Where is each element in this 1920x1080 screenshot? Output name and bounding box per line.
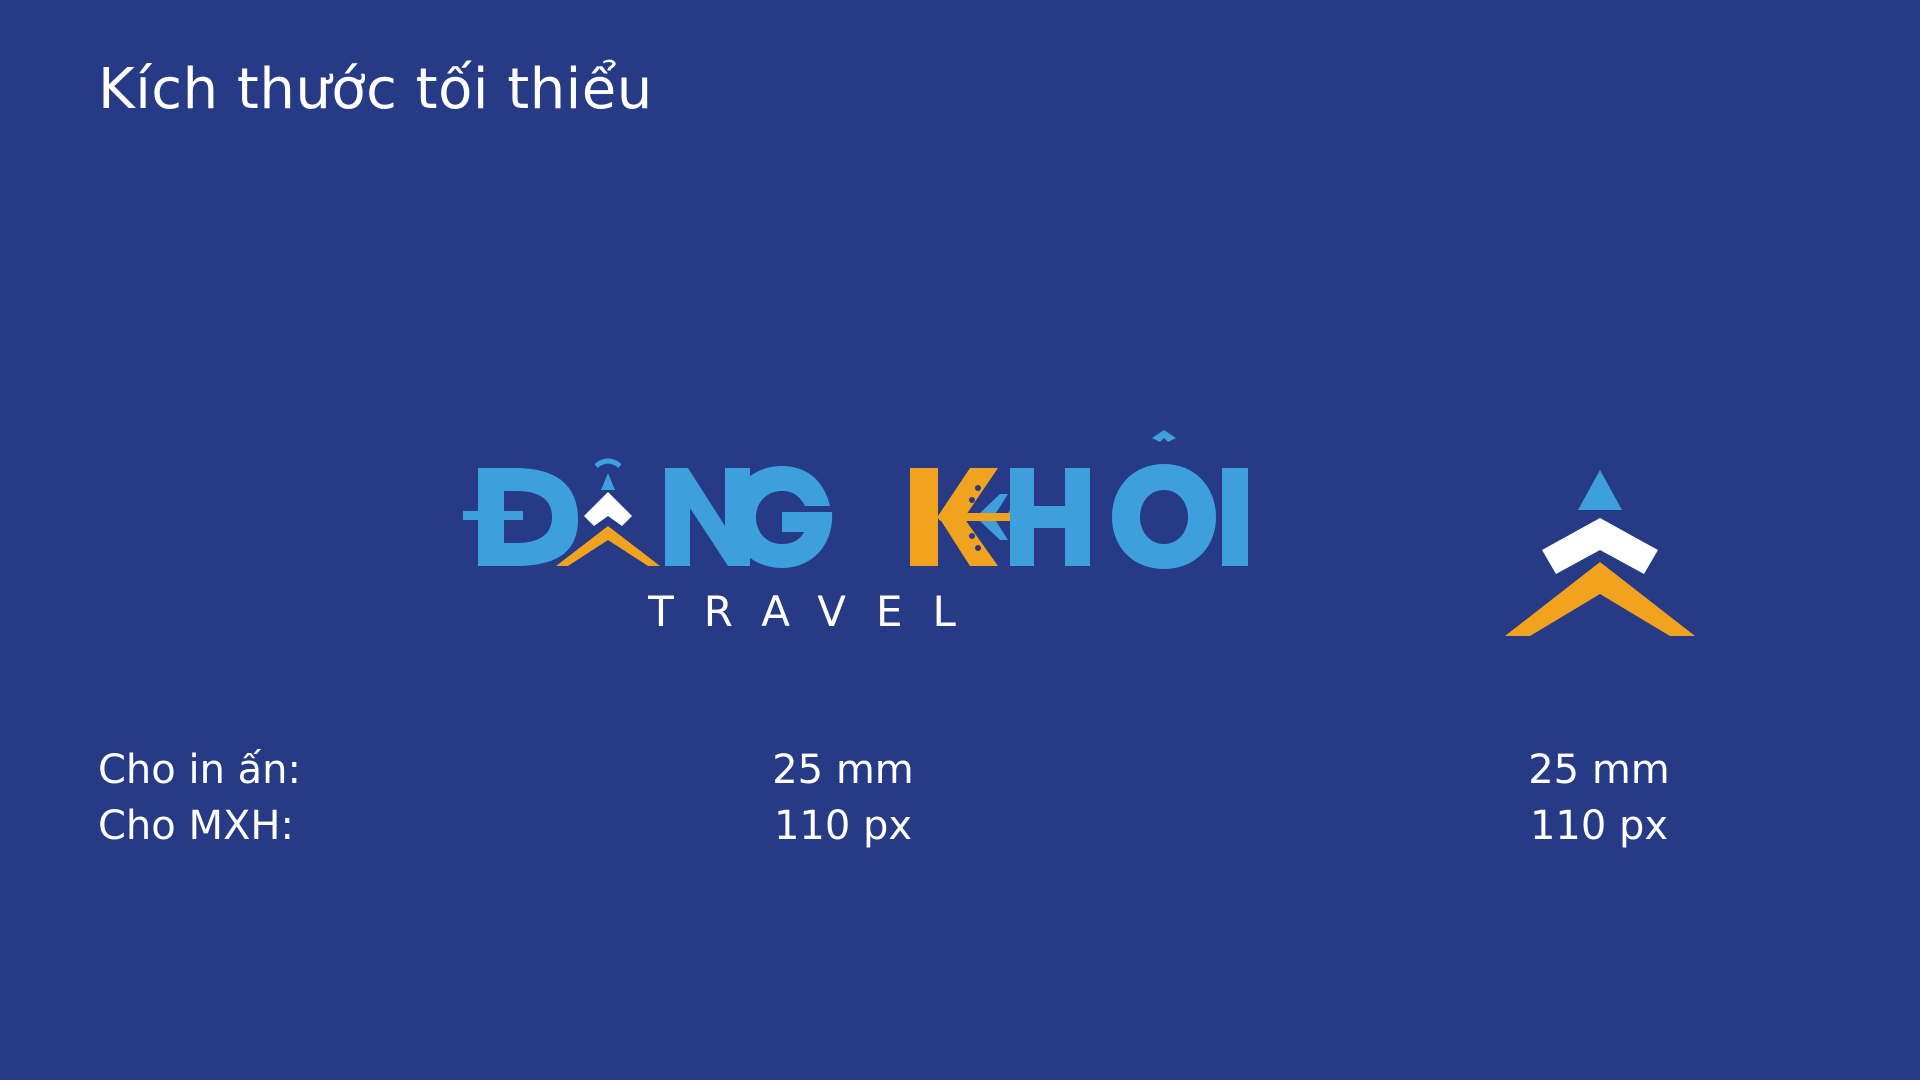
letter-g bbox=[730, 466, 833, 568]
letter-d bbox=[478, 468, 578, 566]
spec-row-print: Cho in ấn: 25 mm 25 mm bbox=[0, 742, 1920, 798]
circumflex bbox=[1152, 430, 1176, 442]
letter-h bbox=[1010, 468, 1090, 566]
spec-value-mark-print: 25 mm bbox=[1528, 747, 1670, 793]
page-title: Kích thước tối thiểu bbox=[98, 57, 653, 122]
spec-value-mark-social: 110 px bbox=[1529, 803, 1669, 849]
spec-label-social: Cho MXH: bbox=[98, 803, 294, 849]
spec-value-full-logo-print: 25 mm bbox=[772, 747, 914, 793]
tagline: TRAVEL bbox=[647, 587, 986, 636]
spec-value-full-logo-social: 110 px bbox=[773, 803, 913, 849]
logo-mark bbox=[1500, 468, 1700, 643]
spec-label-print: Cho in ấn: bbox=[98, 747, 301, 793]
letter-i bbox=[1222, 468, 1248, 566]
spec-row-social: Cho MXH: 110 px 110 px bbox=[0, 798, 1920, 854]
chevron-arrow-icon bbox=[1505, 470, 1695, 636]
full-logo: TRAVEL bbox=[460, 428, 1250, 650]
letter-o bbox=[1112, 464, 1216, 569]
